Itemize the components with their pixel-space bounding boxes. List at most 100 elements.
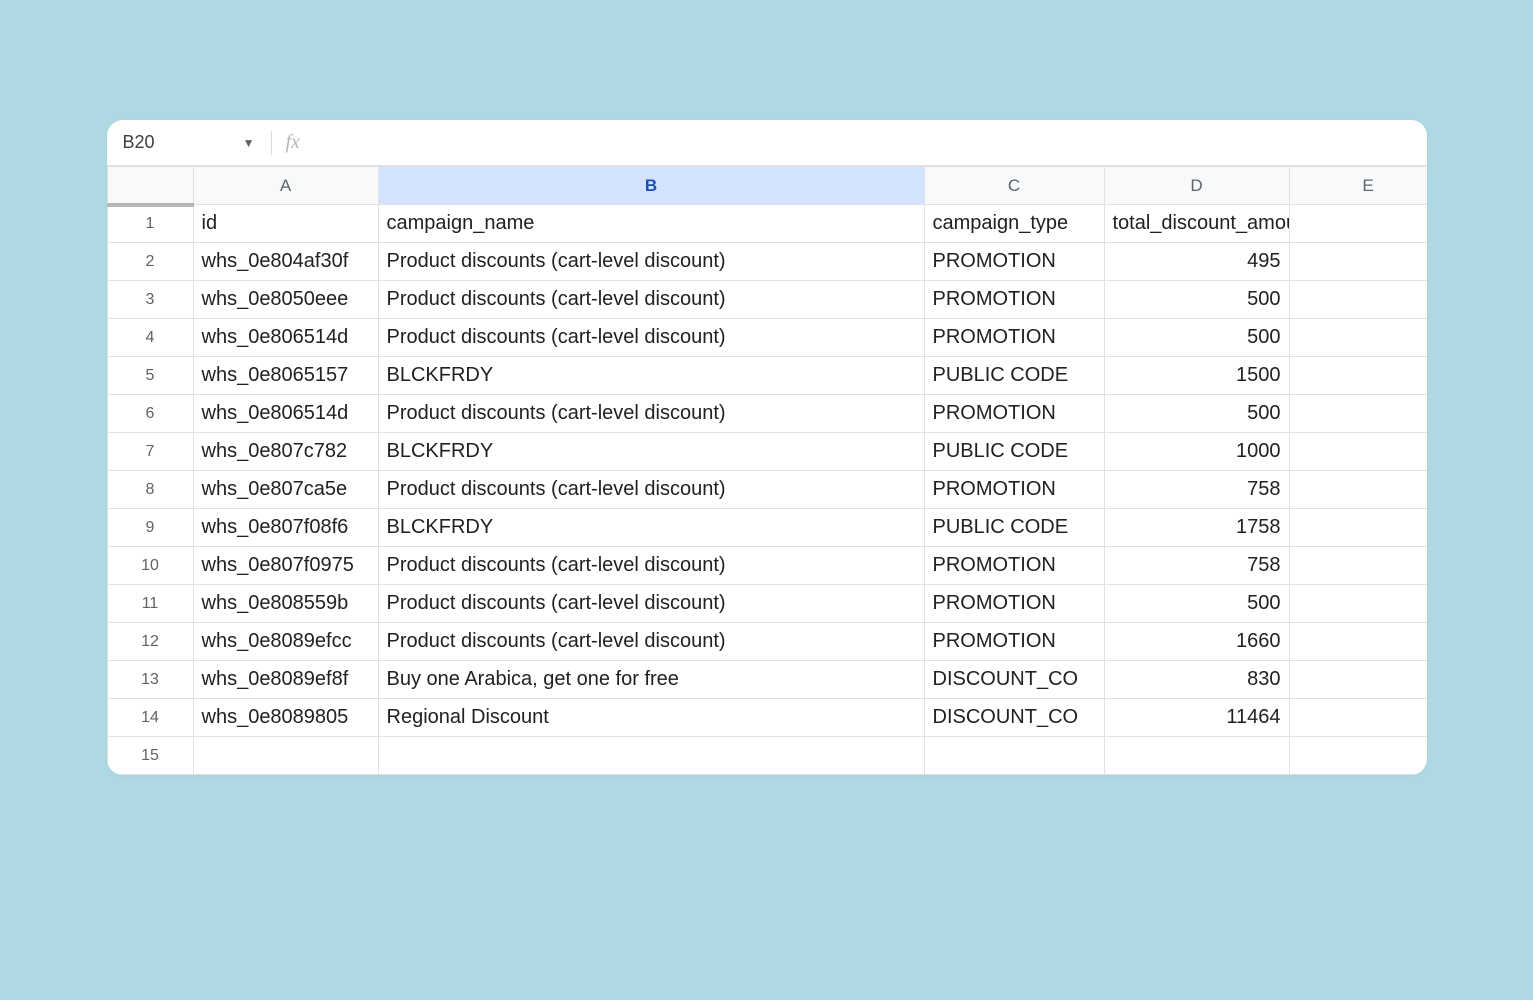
cell[interactable]: PUBLIC CODE — [924, 433, 1104, 471]
cell[interactable]: whs_0e8050eee — [193, 281, 378, 319]
cell[interactable]: PUBLIC CODE — [924, 357, 1104, 395]
cell[interactable]: BLCKFRDY — [378, 357, 924, 395]
cell[interactable]: whs_0e806514d — [193, 395, 378, 433]
row-header[interactable]: 2 — [107, 243, 193, 281]
row-header[interactable]: 15 — [107, 737, 193, 775]
cell[interactable]: 1758 — [1104, 509, 1289, 547]
cell[interactable]: PUBLIC CODE — [924, 509, 1104, 547]
cell[interactable]: Product discounts (cart-level discount) — [378, 319, 924, 357]
cell[interactable]: whs_0e8089805 — [193, 699, 378, 737]
cell[interactable]: 500 — [1104, 319, 1289, 357]
cell[interactable]: whs_0e807c782 — [193, 433, 378, 471]
cell[interactable]: whs_0e808559b — [193, 585, 378, 623]
cell[interactable] — [924, 737, 1104, 775]
cell[interactable]: 1000 — [1104, 433, 1289, 471]
cell[interactable]: 1500 — [1104, 357, 1289, 395]
cell[interactable] — [1289, 433, 1427, 471]
cell[interactable]: 500 — [1104, 585, 1289, 623]
name-box[interactable]: B20 ▼ — [107, 120, 267, 165]
cell[interactable]: Product discounts (cart-level discount) — [378, 585, 924, 623]
cell[interactable]: Product discounts (cart-level discount) — [378, 281, 924, 319]
row-header[interactable]: 12 — [107, 623, 193, 661]
row-header[interactable]: 10 — [107, 547, 193, 585]
cell[interactable]: DISCOUNT_CO — [924, 699, 1104, 737]
cell[interactable] — [1289, 243, 1427, 281]
cell[interactable] — [1289, 547, 1427, 585]
cell[interactable]: 500 — [1104, 395, 1289, 433]
cell[interactable] — [193, 737, 378, 775]
cell[interactable]: 830 — [1104, 661, 1289, 699]
cell[interactable] — [1289, 471, 1427, 509]
chevron-down-icon[interactable]: ▼ — [243, 136, 255, 150]
cell[interactable]: Product discounts (cart-level discount) — [378, 243, 924, 281]
cell[interactable]: whs_0e8065157 — [193, 357, 378, 395]
col-header-A[interactable]: A — [193, 167, 378, 205]
cell[interactable]: whs_0e8089efcc — [193, 623, 378, 661]
cell[interactable]: Product discounts (cart-level discount) — [378, 623, 924, 661]
col-header-E[interactable]: E — [1289, 167, 1427, 205]
cell[interactable]: 1660 — [1104, 623, 1289, 661]
row-header[interactable]: 1 — [107, 205, 193, 243]
cell[interactable]: whs_0e807f08f6 — [193, 509, 378, 547]
cell[interactable] — [1289, 699, 1427, 737]
spreadsheet-grid[interactable]: A B C D E 1 id campaign_name campaign_ty… — [107, 166, 1427, 775]
cell[interactable] — [1289, 357, 1427, 395]
cell[interactable]: Product discounts (cart-level discount) — [378, 547, 924, 585]
cell[interactable]: 500 — [1104, 281, 1289, 319]
cell[interactable] — [1289, 281, 1427, 319]
cell[interactable] — [1289, 585, 1427, 623]
cell[interactable] — [1289, 509, 1427, 547]
cell[interactable]: PROMOTION — [924, 281, 1104, 319]
cell[interactable] — [1289, 737, 1427, 775]
cell[interactable]: 495 — [1104, 243, 1289, 281]
cell[interactable]: 758 — [1104, 547, 1289, 585]
cell[interactable]: whs_0e8089ef8f — [193, 661, 378, 699]
row-header[interactable]: 5 — [107, 357, 193, 395]
cell[interactable]: BLCKFRDY — [378, 509, 924, 547]
cell[interactable]: DISCOUNT_CO — [924, 661, 1104, 699]
row-header[interactable]: 14 — [107, 699, 193, 737]
cell[interactable]: whs_0e807f0975 — [193, 547, 378, 585]
row-header[interactable]: 7 — [107, 433, 193, 471]
select-all-corner[interactable] — [107, 167, 193, 205]
cell[interactable]: Product discounts (cart-level discount) — [378, 395, 924, 433]
col-header-D[interactable]: D — [1104, 167, 1289, 205]
cell[interactable]: 11464 — [1104, 699, 1289, 737]
cell[interactable]: whs_0e807ca5e — [193, 471, 378, 509]
cell[interactable]: PROMOTION — [924, 623, 1104, 661]
cell[interactable]: whs_0e804af30f — [193, 243, 378, 281]
cell[interactable]: PROMOTION — [924, 585, 1104, 623]
cell[interactable] — [1289, 395, 1427, 433]
cell[interactable] — [1289, 623, 1427, 661]
cell[interactable]: BLCKFRDY — [378, 433, 924, 471]
cell[interactable] — [1289, 205, 1427, 243]
row-header[interactable]: 9 — [107, 509, 193, 547]
cell[interactable]: PROMOTION — [924, 243, 1104, 281]
cell[interactable]: Product discounts (cart-level discount) — [378, 471, 924, 509]
cell[interactable] — [1289, 661, 1427, 699]
col-header-B[interactable]: B — [378, 167, 924, 205]
formula-input[interactable] — [314, 120, 1427, 165]
row-header[interactable]: 3 — [107, 281, 193, 319]
cell[interactable]: PROMOTION — [924, 319, 1104, 357]
cell[interactable]: PROMOTION — [924, 471, 1104, 509]
cell[interactable]: Regional Discount — [378, 699, 924, 737]
row-header[interactable]: 8 — [107, 471, 193, 509]
cell[interactable]: total_discount_amount — [1104, 205, 1289, 243]
cell[interactable]: 758 — [1104, 471, 1289, 509]
cell[interactable]: PROMOTION — [924, 395, 1104, 433]
cell[interactable] — [1289, 319, 1427, 357]
cell[interactable]: campaign_type — [924, 205, 1104, 243]
cell[interactable]: Buy one Arabica, get one for free — [378, 661, 924, 699]
row-header[interactable]: 4 — [107, 319, 193, 357]
cell[interactable]: PROMOTION — [924, 547, 1104, 585]
row-header[interactable]: 13 — [107, 661, 193, 699]
cell[interactable] — [1104, 737, 1289, 775]
cell[interactable]: id — [193, 205, 378, 243]
row-header[interactable]: 6 — [107, 395, 193, 433]
cell[interactable] — [378, 737, 924, 775]
cell[interactable]: whs_0e806514d — [193, 319, 378, 357]
cell[interactable]: campaign_name — [378, 205, 924, 243]
col-header-C[interactable]: C — [924, 167, 1104, 205]
row-header[interactable]: 11 — [107, 585, 193, 623]
